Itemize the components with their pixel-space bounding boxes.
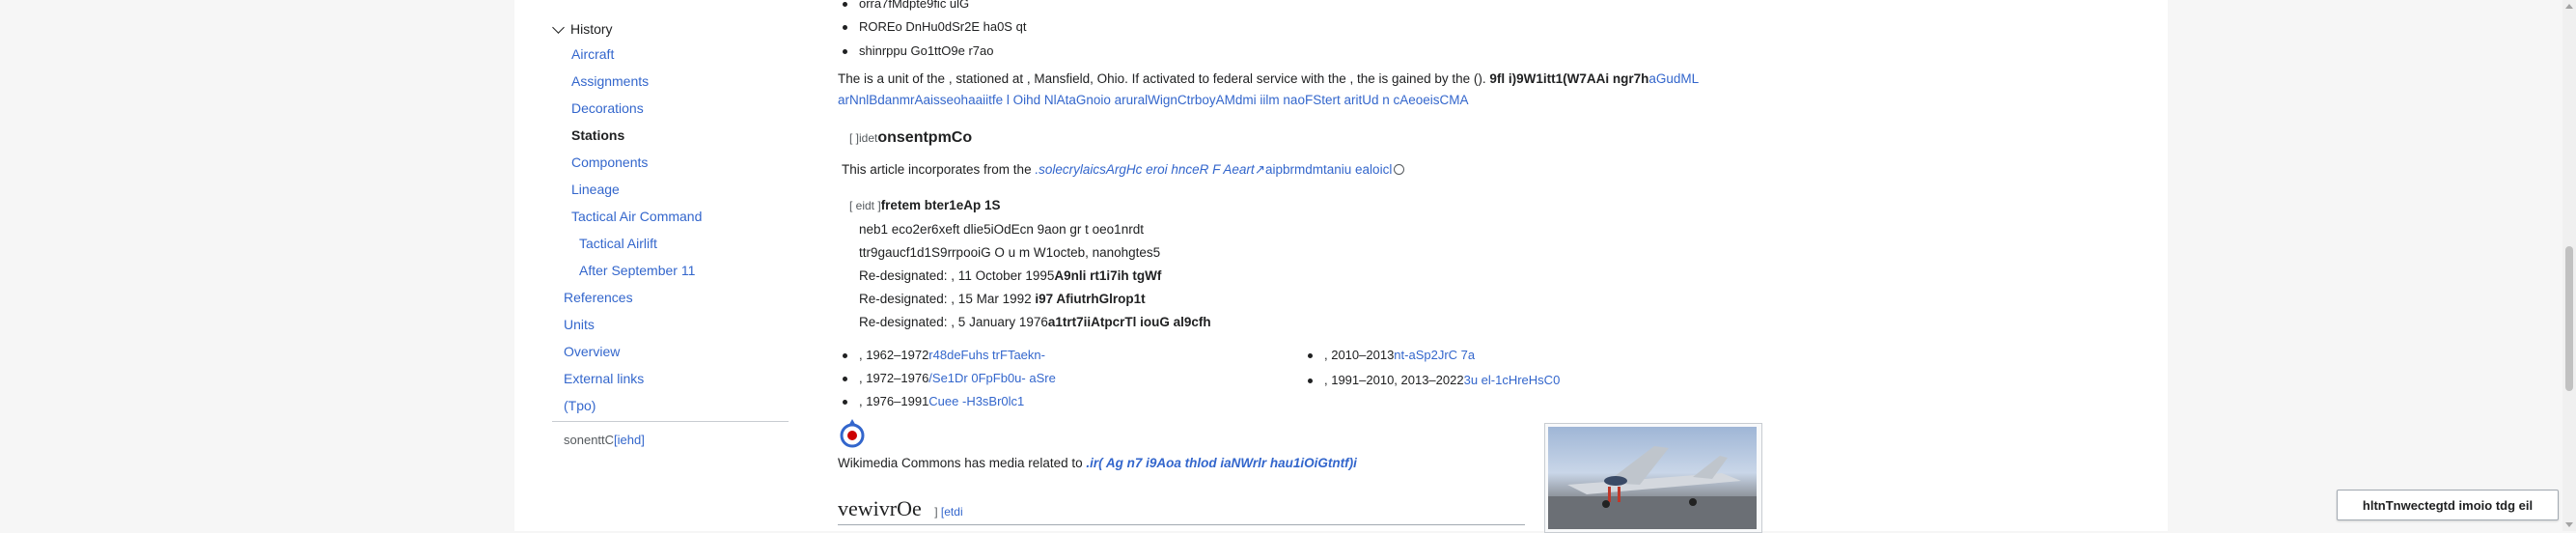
intro-link[interactable]: aGudML <box>1648 71 1699 86</box>
toc-item-tactical-airlift[interactable]: Tactical Airlift <box>579 236 657 251</box>
assignment-text: , 1972–1976 <box>859 371 929 385</box>
scroll-up-icon[interactable] <box>2565 4 2573 9</box>
toc-item-tactical-air-command[interactable]: Tactical Air Command <box>571 209 702 224</box>
toc-history-label[interactable]: History <box>570 21 613 37</box>
toc-item-after-september-11[interactable]: After September 11 <box>579 263 695 278</box>
list-item: , 1962–1972r48deFuhs trFTaekn- <box>843 348 1045 362</box>
chevron-down-icon[interactable] <box>552 20 565 34</box>
intro-link-line[interactable]: arNnlBdanmrAaisseohaaiitfe l Oihd NlAtaG… <box>838 93 1469 107</box>
edit-link[interactable]: ] [etdi <box>934 505 962 519</box>
section-title: vewivrOe <box>838 496 922 520</box>
attribution-source-link[interactable]: .solecrylaicsArgHc eroi hnceR F Aeart <box>1035 162 1254 177</box>
section-heading-overview: vewivrOe ] [etdi <box>838 496 963 521</box>
assignment-text: , 1976–1991 <box>859 394 929 408</box>
public-domain-icon <box>1394 164 1405 175</box>
lineage-line: ttr9gaucf1d1S9rrpooiG O u m W1octeb, nan… <box>859 245 1160 260</box>
toc-item-overview[interactable]: Overview <box>564 344 620 359</box>
lineage-line: neb1 eco2er6xeft dlie5iOdEcn 9aon gr t o… <box>859 222 1144 237</box>
aircraft-thumbnail[interactable] <box>1544 423 1762 533</box>
assignment-link[interactable]: Cuee -H3sBr0lc1 <box>928 394 1024 408</box>
section-title: onsentpmCo <box>877 129 973 146</box>
lineage-text: Re-designated: , 5 January 1976 <box>859 315 1048 329</box>
toc-item-lineage[interactable]: Lineage <box>571 182 620 197</box>
toc-item-aircraft[interactable]: Aircraft <box>571 46 614 62</box>
toc-footer-link[interactable]: [iehd] <box>614 433 645 447</box>
lineage-text: Re-designated: , 11 October 1995 <box>859 268 1055 283</box>
external-link-icon: ↗ <box>1254 162 1265 177</box>
commons-link[interactable]: .ir( Ag n7 i9Aoa thlod iaNWrlr hau1iOiGt… <box>1086 456 1357 470</box>
toc-item-units[interactable]: Units <box>564 317 595 332</box>
aircraft-photo[interactable] <box>1548 427 1757 529</box>
commons-line: Wikimedia Commons has media related to .… <box>838 456 1357 470</box>
lineage-text: ttr9gaucf1d1S9rrpooiG O u m W1octeb, nan… <box>859 245 1161 260</box>
toc-history[interactable]: History <box>552 20 613 37</box>
list-item: , 1972–1976/Se1Dr 0FpFb0u- aSre <box>843 371 1056 385</box>
toc-item-decorations[interactable]: Decorations <box>571 100 644 116</box>
attribution-line: This article incorporates from the .sole… <box>842 162 1405 178</box>
list-item: orra7fMdpte9fic ulG <box>842 0 969 11</box>
toc-item-stations[interactable]: Stations <box>571 127 624 143</box>
section-divider <box>838 524 1525 525</box>
lineage-bold: A9nli rt1i7ih tgWf <box>1054 268 1162 283</box>
list-item: shinrppu Go1ttO9e r7ao <box>842 43 994 58</box>
assignment-text: , 1962–1972 <box>859 348 929 362</box>
toc-footer-text: sonenttC <box>564 433 615 447</box>
attribution-text: This article incorporates from the <box>842 162 1032 177</box>
list-item: ROREo DnHu0dSr2E ha0S qt <box>842 19 1027 34</box>
list-item: , 2010–2013nt-aSp2JrC 7a <box>1307 348 1475 362</box>
toc-footer: sonenttC[iehd] <box>564 433 645 447</box>
toc-item-top[interactable]: (Tpo) <box>564 398 596 413</box>
toc-item-references[interactable]: References <box>564 290 633 305</box>
wikimedia-commons-icon <box>840 419 865 448</box>
toc-item-components[interactable]: Components <box>571 154 648 170</box>
aircraft-illustration <box>1548 446 1757 529</box>
attribution-rest[interactable]: aipbrmdmtaniu ealoicl <box>1265 162 1392 177</box>
scrollbar-thumb[interactable] <box>2565 246 2573 391</box>
lineage-line: Re-designated: , 11 October 1995A9nli rt… <box>859 268 1161 283</box>
edit-link[interactable]: [ eidt ] <box>849 199 881 212</box>
section-heading-lineage: [ eidt ]fretem bter1eAp 1S <box>849 198 1000 212</box>
lineage-line: Re-designated: , 15 Mar 1992 i97 Afiutrh… <box>859 292 1146 306</box>
intro-text: The is a unit of the , stationed at , Ma… <box>838 71 1486 86</box>
lineage-line: Re-designated: , 5 January 1976a1trt7iiA… <box>859 315 1211 329</box>
intro-paragraph: The is a unit of the , stationed at , Ma… <box>838 71 1699 86</box>
section-heading-components: [ ]idetonsentpmCo <box>849 129 972 147</box>
lineage-bold: a1trt7iiAtpcrTl iouG al9cfh <box>1047 315 1211 329</box>
assignment-link[interactable]: r48deFuhs trFTaekn- <box>928 348 1045 362</box>
lineage-text: Re-designated: , 15 Mar 1992 <box>859 292 1036 306</box>
assignment-text: , 2010–2013 <box>1324 348 1395 362</box>
edit-link[interactable]: [ ]idet <box>849 131 877 145</box>
list-item: , 1976–1991Cuee -H3sBr0lc1 <box>842 394 1024 408</box>
scrollbar[interactable] <box>2562 0 2576 531</box>
assignment-text: , 1991–2010, 2013–2022 <box>1324 373 1464 387</box>
list-item: , 1991–2010, 2013–20223u el-1cHreHsC0 <box>1307 373 1561 387</box>
toc-item-external-links[interactable]: External links <box>564 371 644 386</box>
edit-link-text[interactable]: [etdi <box>941 505 963 519</box>
lineage-bold: i97 AfiutrhGlrop1t <box>1035 292 1146 306</box>
assignment-link[interactable]: /Se1Dr 0FpFb0u- aSre <box>928 371 1056 385</box>
assignment-link[interactable]: nt-aSp2JrC 7a <box>1394 348 1475 362</box>
lineage-text: neb1 eco2er6xeft dlie5iOdEcn 9aon gr t o… <box>859 222 1144 237</box>
toc-divider <box>552 421 789 422</box>
section-title: fretem bter1eAp 1S <box>880 198 1001 212</box>
intro-bold: 9fl i)9W1itt1(W7AAi ngr7h <box>1489 71 1649 86</box>
scroll-down-icon[interactable] <box>2565 522 2573 527</box>
floating-toggle-button[interactable]: hltnTnwectegtd imoio tdg eil <box>2337 490 2559 520</box>
toc-item-assignments[interactable]: Assignments <box>571 73 649 89</box>
assignment-link[interactable]: 3u el-1cHreHsC0 <box>1464 373 1561 387</box>
commons-text: Wikimedia Commons has media related to <box>838 456 1083 470</box>
